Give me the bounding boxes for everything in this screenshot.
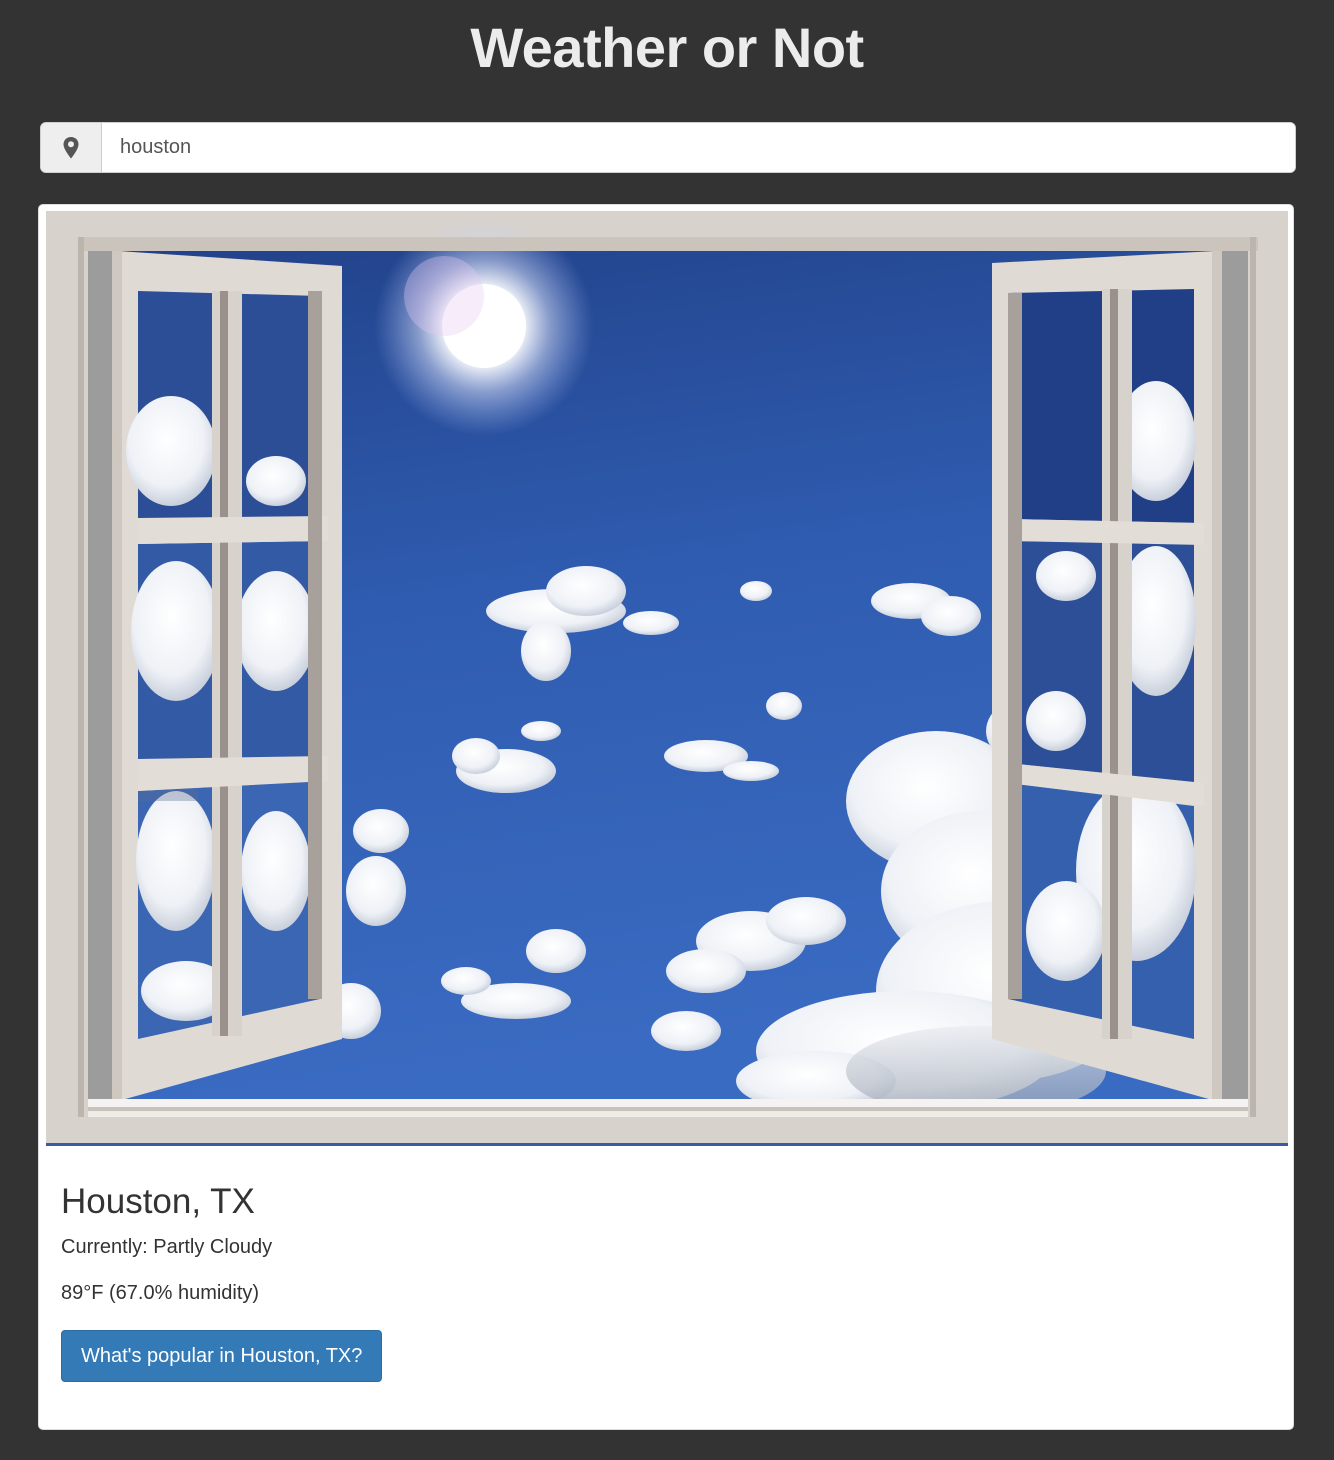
temperature-humidity: 89°F (67.0% humidity) — [61, 1282, 260, 1304]
app-title: Weather or Not — [470, 16, 864, 79]
left-window-sash — [88, 251, 342, 1103]
whats-popular-button[interactable]: What's popular in Houston, TX? — [61, 1330, 383, 1382]
current-conditions: Currently: Partly Cloudy — [61, 1236, 273, 1258]
location-search-group — [40, 122, 1296, 173]
weather-info: Houston, TX Currently: Partly Cloudy 89°… — [61, 1180, 1271, 1382]
city-name: Houston, TX — [61, 1182, 255, 1221]
map-marker-icon — [41, 123, 102, 172]
location-search-input[interactable] — [102, 123, 1295, 172]
weather-card: Houston, TX Currently: Partly Cloudy 89°… — [38, 204, 1294, 1430]
open-window-sky-image — [46, 211, 1288, 1146]
right-window-sash — [992, 251, 1248, 1103]
